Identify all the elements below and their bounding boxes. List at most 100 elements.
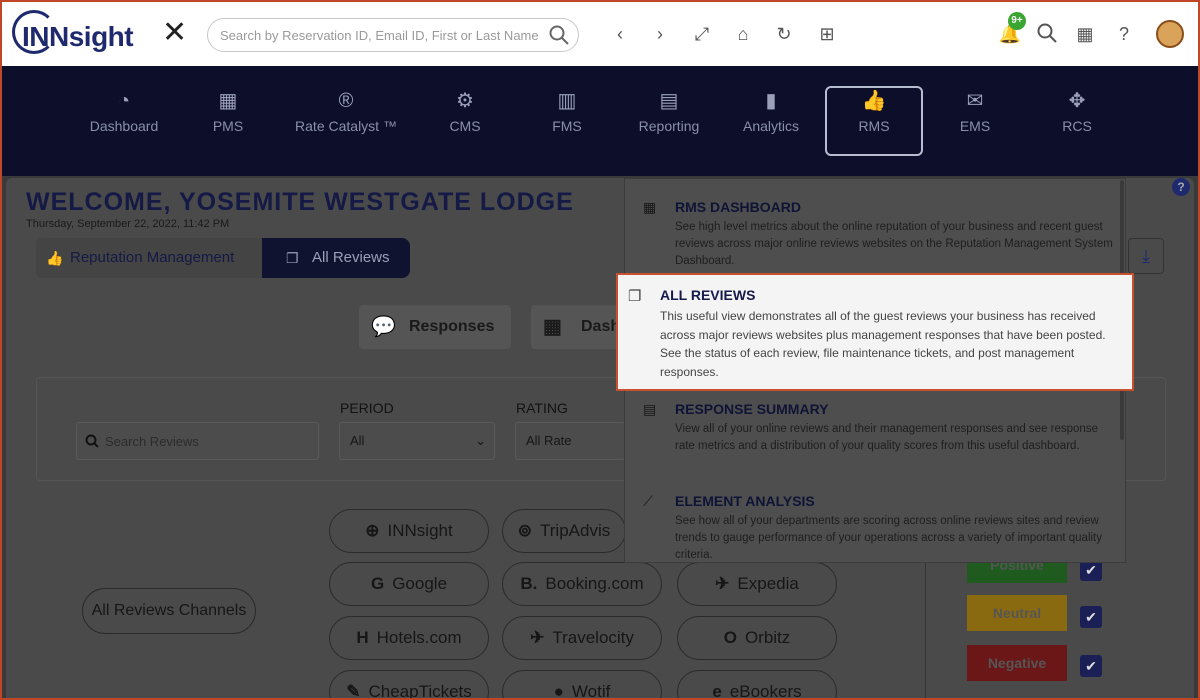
search-icon[interactable] — [1035, 22, 1059, 46]
channel-google[interactable]: G Google — [329, 562, 489, 606]
rating-label: RATING — [516, 400, 568, 416]
module-pms[interactable]: ▦ PMS — [179, 88, 277, 156]
brand-name: INNsight — [22, 21, 134, 52]
channel-label: Hotels.com — [376, 628, 462, 647]
top-bar: INNsight ✕ ‹ › ⤢ ⌂ ↻ ⊞ 🔔 9+ ▦ ? — [0, 0, 1200, 66]
channel-orbitz[interactable]: O Orbitz — [677, 616, 837, 660]
avatar[interactable] — [1156, 20, 1184, 48]
menu-item-description: This useful view demonstrates all of the… — [660, 309, 1106, 379]
module-dashboard[interactable]: ◔ Dashboard — [75, 88, 173, 156]
fullscreen-icon[interactable]: ⤢ — [690, 22, 714, 46]
global-search[interactable] — [207, 18, 579, 52]
notification-badge: 9+ — [1008, 12, 1026, 30]
tab-responses[interactable]: 💬 Responses — [359, 305, 511, 349]
copy-icon: ❐ — [628, 288, 642, 305]
module-analytics[interactable]: ▮ Analytics — [722, 88, 820, 156]
channel-ebookers[interactable]: e eBookers — [677, 670, 837, 700]
apps-grid-icon[interactable]: ⊞ — [815, 22, 839, 46]
ebookers-icon: e — [712, 682, 722, 700]
module-label: RCS — [1062, 118, 1092, 134]
module-label: EMS — [959, 118, 991, 134]
channel-hotels[interactable]: H Hotels.com — [329, 616, 489, 660]
period-select[interactable]: All ⌄ — [339, 422, 495, 460]
building-icon: ▥ — [557, 90, 577, 112]
menu-item-title: RMS DASHBOARD — [675, 199, 801, 215]
menu-item-description: See high level metrics about the online … — [675, 221, 1113, 267]
module-label: RMS — [858, 118, 890, 134]
hotels-icon: H — [356, 628, 369, 647]
breadcrumb-all-reviews[interactable]: ❐ All Reviews — [262, 238, 410, 278]
module-fms[interactable]: ▥ FMS — [518, 88, 616, 156]
help-icon[interactable]: ? — [1112, 22, 1136, 46]
menu-item-all-reviews[interactable]: ❐ ALL REVIEWS This useful view demonstra… — [616, 273, 1134, 391]
chat-bubble-icon: 💬 — [371, 316, 396, 338]
line-chart-icon: ⟋ — [643, 493, 653, 509]
channel-expedia[interactable]: ✈ Expedia — [677, 562, 837, 606]
rate-catalyst-icon: ® — [338, 90, 354, 112]
back-arrow-icon[interactable]: ‹ — [608, 22, 632, 46]
channel-cheaptickets[interactable]: ✎ CheapTickets — [329, 670, 489, 700]
module-label: Analytics — [742, 118, 800, 134]
module-cms[interactable]: ⚙ CMS — [416, 88, 514, 156]
channel-travelocity[interactable]: ✈ Travelocity — [502, 616, 662, 660]
channel-innsight[interactable]: ⊕ INNsight — [329, 509, 489, 553]
module-rms[interactable]: 👍 RMS — [825, 86, 923, 156]
download-button[interactable]: ⤓ — [1128, 238, 1164, 274]
search-icon[interactable] — [548, 24, 570, 46]
module-label: Dashboard — [89, 118, 159, 134]
channel-tripadvisor[interactable]: ⊚ TripAdvis — [502, 509, 626, 553]
channel-label: Google — [392, 574, 448, 593]
chevron-down-icon: ⌄ — [475, 433, 486, 448]
module-reporting[interactable]: ▤ Reporting — [620, 88, 718, 156]
thumbs-up-icon: 👍 — [861, 90, 887, 112]
breadcrumb-reputation-management[interactable]: 👍 Reputation Management — [36, 238, 268, 278]
menu-item-description: View all of your online reviews and thei… — [675, 423, 1098, 452]
rating-value: All Rate — [526, 433, 572, 448]
download-icon: ⤓ — [1142, 246, 1150, 266]
dashboard-icon: ◔ — [117, 90, 131, 112]
review-search-input[interactable] — [105, 423, 315, 459]
module-rcs[interactable]: ✥ RCS — [1028, 88, 1126, 156]
module-label: PMS — [212, 118, 244, 134]
gear-icon: ⚙ — [456, 90, 474, 112]
negative-checkbox[interactable]: ✔ — [1080, 655, 1102, 677]
menu-item-rms-dashboard[interactable]: ▦ RMS DASHBOARD See high level metrics a… — [625, 199, 1125, 279]
menu-item-title: RESPONSE SUMMARY — [675, 401, 829, 417]
move-icon: ✥ — [1068, 90, 1086, 112]
menu-item-title: ALL REVIEWS — [660, 287, 756, 303]
forward-arrow-icon[interactable]: › — [648, 22, 672, 46]
channel-label: Orbitz — [744, 628, 791, 647]
grid-icon: ▦ — [643, 199, 657, 215]
module-ems[interactable]: ✉ EMS — [926, 88, 1024, 156]
module-label: CMS — [449, 118, 481, 134]
all-reviews-channels-button[interactable]: All Reviews Channels — [82, 588, 256, 634]
help-icon[interactable]: ? — [1172, 178, 1190, 196]
menu-item-element-analysis[interactable]: ⟋ ELEMENT ANALYSIS See how all of your d… — [625, 493, 1125, 563]
rating-select[interactable]: All Rate — [515, 422, 625, 460]
module-rate-catalyst[interactable]: ® Rate Catalyst ™ — [282, 88, 410, 156]
menu-item-description: See how all of your departments are scor… — [675, 515, 1103, 561]
channel-label: TripAdvis — [540, 521, 611, 540]
orbitz-icon: O — [723, 628, 737, 647]
channel-wotif[interactable]: ● Wotif — [502, 670, 662, 700]
close-icon[interactable]: ✕ — [162, 18, 187, 48]
home-icon[interactable]: ⌂ — [731, 22, 755, 46]
document-icon: ▤ — [643, 401, 657, 417]
channel-label: Travelocity — [552, 628, 634, 647]
plane-icon: ✈ — [715, 574, 730, 593]
tab-label: Dash — [581, 318, 621, 335]
module-label: Rate Catalyst ™ — [295, 118, 397, 134]
sentiment-negative[interactable]: Negative — [967, 645, 1067, 681]
channel-booking[interactable]: B. Booking.com — [502, 562, 662, 606]
global-search-input[interactable] — [208, 19, 538, 51]
refresh-icon[interactable]: ↻ — [772, 22, 796, 46]
period-value: All — [350, 433, 365, 448]
channel-label: Wotif — [571, 682, 611, 700]
calendar-icon[interactable]: ▦ — [1073, 22, 1097, 46]
sentiment-neutral[interactable]: Neutral — [967, 595, 1067, 631]
neutral-checkbox[interactable]: ✔ — [1080, 606, 1102, 628]
channel-label: Expedia — [737, 574, 799, 593]
review-search[interactable] — [76, 422, 319, 460]
menu-item-response-summary[interactable]: ▤ RESPONSE SUMMARY View all of your onli… — [625, 401, 1125, 481]
innsight-logo[interactable]: INNsight — [10, 8, 140, 60]
